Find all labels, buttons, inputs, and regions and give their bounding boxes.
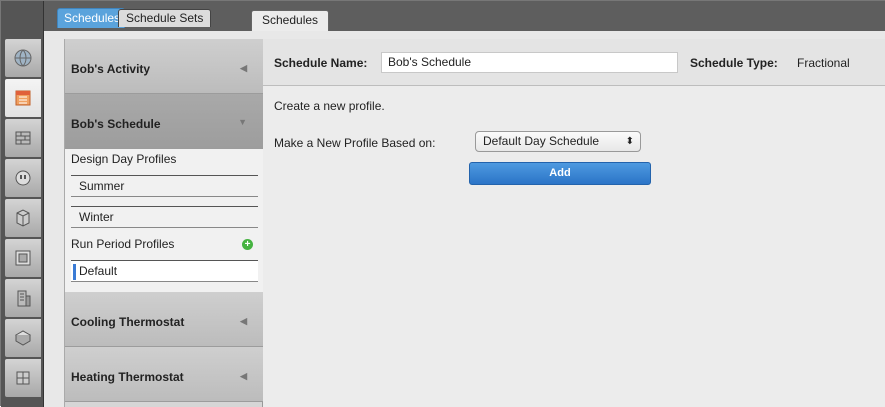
- tab-schedules-sub[interactable]: Schedules: [251, 10, 330, 31]
- schedule-item-bobs-activity[interactable]: Bob's Activity ◀: [65, 39, 263, 94]
- schedules-calendar-icon: [15, 90, 31, 106]
- schedule-header: Schedule Name: Bob's Schedule Schedule T…: [263, 39, 885, 86]
- loads-outlet-icon: [15, 170, 31, 186]
- collapse-arrow-icon[interactable]: ◀: [240, 316, 247, 327]
- site-globe-icon: [14, 49, 32, 67]
- selection-marker: [73, 264, 76, 280]
- run-period-label: Run Period Profiles: [71, 237, 175, 251]
- profile-item-default[interactable]: Default: [71, 260, 258, 282]
- schedule-item-label: Bob's Schedule: [71, 117, 161, 131]
- collapse-arrow-icon[interactable]: ◀: [240, 63, 247, 74]
- vertical-tab-bar: [1, 1, 44, 407]
- profile-list: Design Day Profiles Summer Winter Run Pe…: [65, 149, 263, 292]
- design-day-profiles-heading: Design Day Profiles: [71, 152, 177, 166]
- spaces-icon: [14, 330, 32, 346]
- collapse-arrow-icon[interactable]: ◀: [240, 371, 247, 382]
- schedule-name-input[interactable]: Bob's Schedule: [381, 52, 678, 73]
- based-on-selected-value: Default Day Schedule: [483, 134, 600, 148]
- app-window: Schedules Schedule Sets Schedules Bob's …: [0, 0, 885, 407]
- schedule-name-label: Schedule Name:: [274, 56, 368, 70]
- geometry-icon: [15, 250, 31, 266]
- tab-schedules-active[interactable]: Schedules: [57, 8, 126, 28]
- add-profile-icon[interactable]: +: [242, 239, 253, 250]
- spaces-tab[interactable]: [4, 318, 42, 358]
- schedule-type-value: Fractional: [797, 56, 850, 70]
- tab-schedule-sets[interactable]: Schedule Sets: [118, 9, 212, 27]
- schedule-item-cooling-thermostat[interactable]: Cooling Thermostat ◀: [65, 292, 263, 347]
- schedules-tab[interactable]: [4, 78, 42, 118]
- facility-building-icon: [17, 290, 31, 307]
- based-on-select[interactable]: Default Day Schedule ⬍: [475, 131, 641, 152]
- schedule-item-heating-thermostat[interactable]: Heating Thermostat ◀: [65, 347, 263, 402]
- profile-item-summer[interactable]: Summer: [71, 175, 258, 197]
- schedule-item-label: Heating Thermostat: [71, 370, 184, 384]
- schedule-detail-panel: Schedule Name: Bob's Schedule Schedule T…: [263, 39, 885, 407]
- schedule-list-sidebar: Bob's Activity ◀ Bob's Schedule ▼ Design…: [64, 39, 263, 407]
- schedule-type-label: Schedule Type:: [690, 56, 778, 70]
- create-profile-text: Create a new profile.: [274, 99, 385, 113]
- top-tab-bar: Schedules Schedule Sets Schedules: [44, 1, 885, 31]
- select-chevron-icon: ⬍: [625, 136, 634, 147]
- schedule-item-label: Bob's Activity: [71, 62, 151, 76]
- run-period-profiles-heading: Run Period Profiles: [71, 237, 258, 251]
- facility-tab[interactable]: [4, 278, 42, 318]
- thermal-zones-icon: [16, 371, 30, 385]
- expand-arrow-icon[interactable]: ▼: [238, 117, 247, 127]
- schedule-item-label: Cooling Thermostat: [71, 315, 185, 329]
- thermal-zones-tab[interactable]: [4, 358, 42, 398]
- based-on-label: Make a New Profile Based on:: [274, 136, 436, 150]
- profile-item-label: Default: [79, 264, 118, 278]
- constructions-tab[interactable]: [4, 118, 42, 158]
- add-profile-button[interactable]: Add: [469, 162, 651, 185]
- loads-tab[interactable]: [4, 158, 42, 198]
- schedule-item-bobs-schedule[interactable]: Bob's Schedule ▼: [65, 94, 263, 149]
- site-tab[interactable]: [4, 38, 42, 78]
- profile-item-winter[interactable]: Winter: [71, 206, 258, 228]
- geometry-tab[interactable]: [4, 238, 42, 278]
- space-types-tab[interactable]: [4, 198, 42, 238]
- constructions-icon: [15, 131, 31, 145]
- space-types-icon: [16, 209, 30, 227]
